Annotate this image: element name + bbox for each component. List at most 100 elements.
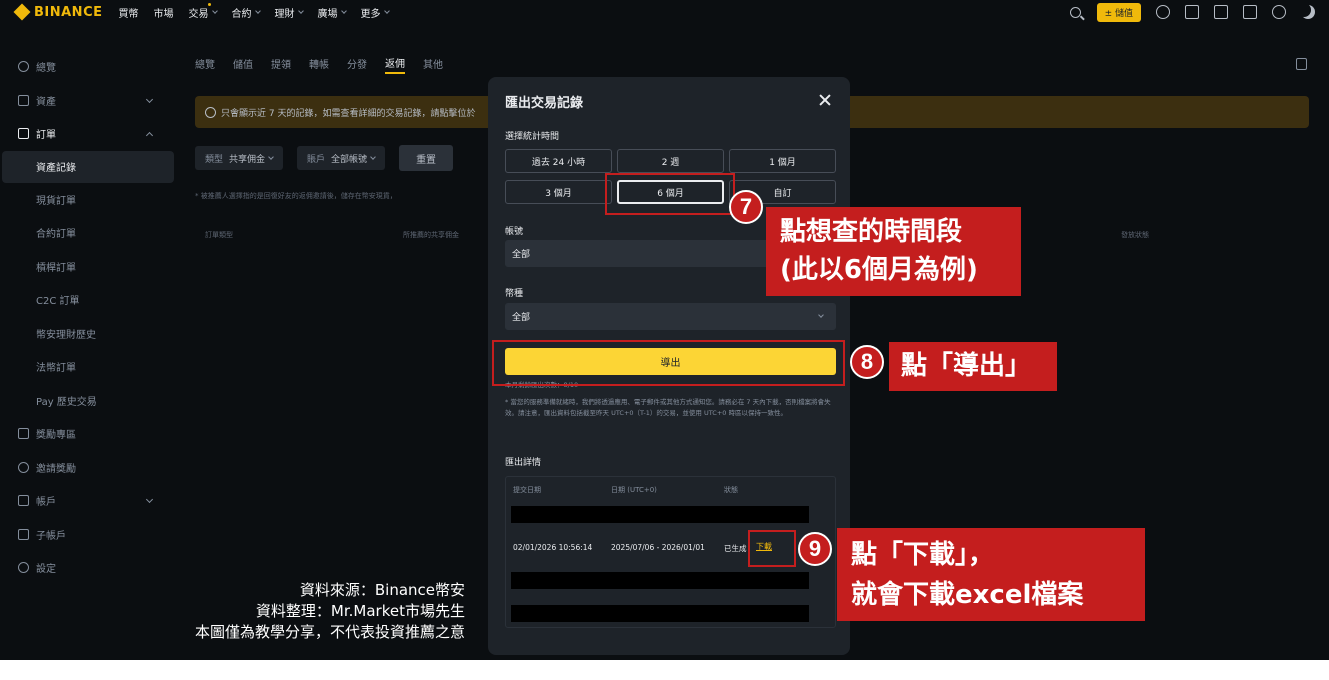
sidebar-item[interactable]: 槓桿訂單	[0, 250, 178, 284]
sidebar-item[interactable]: 幣安理財歷史	[0, 317, 178, 351]
step9-line1: 點「下載」，	[851, 540, 995, 570]
info-icon	[205, 106, 216, 118]
binance-app: BINANCE 買幣 市場 交易 合約 理財 廣場 更多 ± 儲值 總覽資產訂單資產記錄現貨…	[0, 0, 1329, 660]
step9-line2: 就會下載excel檔案	[851, 580, 1084, 610]
tab[interactable]: 總覽	[195, 56, 215, 73]
sidebar-item-icon	[18, 528, 29, 540]
sidebar-item[interactable]: 訂單	[0, 117, 178, 151]
messages-icon[interactable]	[1214, 5, 1228, 19]
sidebar-item[interactable]: 總覽	[0, 50, 178, 84]
sidebar-item-icon	[18, 128, 29, 140]
chevron-down-icon	[297, 7, 304, 14]
sidebar-item-label: Pay 歷史交易	[36, 396, 97, 408]
type-filter-label: 類型	[205, 154, 224, 165]
column-header-shared-commission: 所推薦的共享佣金	[403, 231, 459, 239]
profile-icon[interactable]	[1156, 5, 1170, 19]
sidebar-item[interactable]: 法幣訂單	[0, 350, 178, 384]
wallet-icon[interactable]	[1185, 5, 1199, 19]
history-tabs: 總覽 儲值 提領 轉帳 分發 返佣 其他	[195, 50, 1315, 78]
tab[interactable]: 返佣	[385, 55, 405, 74]
header-status: 狀態	[724, 486, 738, 494]
period-24h[interactable]: 過去 24 小時	[505, 149, 612, 173]
sidebar-item-label: 訂單	[36, 130, 56, 142]
main-content: 總覽 儲值 提領 轉帳 分發 返佣 其他 只會顯示近 7 天的記錄，如需查看詳細的交易記錄，…	[195, 50, 1315, 239]
source-credits: 資料來源：Binance幣安 資料整理：Mr.Market市場先生 本圖僅為教學…	[195, 580, 465, 643]
sidebar-item[interactable]: 現貨訂單	[0, 183, 178, 217]
nav-item[interactable]: 更多	[360, 5, 390, 20]
nav-item[interactable]: 合約	[232, 5, 261, 20]
sidebar-item-label: 資產記錄	[36, 163, 76, 174]
tab[interactable]: 儲值	[233, 56, 253, 73]
binance-logo[interactable]: BINANCE	[13, 3, 103, 21]
sidebar-item[interactable]: 帳戶	[0, 484, 178, 518]
sidebar-item-label: 現貨訂單	[36, 195, 76, 207]
sidebar-item-label: 資產	[36, 96, 56, 108]
sidebar-item-label: 法幣訂單	[36, 363, 76, 375]
sidebar-item[interactable]: 設定	[0, 551, 178, 585]
sidebar-item[interactable]: 資產記錄	[2, 150, 174, 183]
nav-item-label: 更多	[360, 8, 381, 20]
coin-select[interactable]: 全部	[505, 303, 836, 330]
chevron-down-icon	[818, 312, 824, 318]
step8-badge: 8	[850, 345, 884, 379]
language-globe-icon[interactable]	[1272, 5, 1286, 19]
notice-text: 只會顯示近 7 天的記錄，如需查看詳細的交易記錄，請點擊位於	[221, 108, 476, 119]
sidebar-item[interactable]: C2C 訂單	[0, 283, 178, 317]
sidebar-item-icon	[18, 562, 29, 574]
sidebar-item[interactable]: 子帳戶	[0, 518, 178, 552]
sidebar-item[interactable]: 資產	[0, 84, 178, 118]
referral-hint: * 被推薦人選擇指的是回復好友的返佣邀請後，儲存在幣安現貨，	[195, 192, 397, 200]
period-2w[interactable]: 2 週	[617, 149, 724, 173]
nav-item-label: 買幣	[118, 8, 139, 20]
dark-mode-moon-icon[interactable]	[1301, 5, 1315, 19]
new-badge-dot	[207, 2, 211, 6]
download-app-icon[interactable]	[1243, 5, 1257, 19]
search-icon[interactable]	[1069, 6, 1081, 18]
tab[interactable]: 提領	[271, 56, 291, 73]
sidebar-item[interactable]: 邀請獎勵	[0, 451, 178, 485]
sidebar-item[interactable]: Pay 歷史交易	[0, 384, 178, 418]
column-header-status: 發放狀態	[1121, 231, 1149, 239]
sidebar-item-label: 邀請獎勵	[36, 463, 76, 475]
sidebar-item-label: 槓桿訂單	[36, 262, 76, 274]
chevron-down-icon	[145, 495, 154, 504]
nav-item[interactable]: 廣場	[318, 5, 347, 20]
modal-title: 匯出交易記錄	[505, 96, 584, 111]
period-3m[interactable]: 3 個月	[505, 180, 612, 204]
credit-source: 資料來源：Binance幣安	[299, 581, 465, 599]
deposit-button[interactable]: ± 儲值	[1096, 2, 1141, 22]
main-nav: 買幣 市場 交易 合約 理財 廣場 更多	[119, 2, 404, 20]
account-select-value: 全部	[512, 250, 531, 260]
nav-item[interactable]: 買幣	[119, 5, 139, 20]
sidebar-item-label: 合約訂單	[36, 229, 76, 241]
type-filter[interactable]: 類型 共享佣金	[195, 146, 284, 170]
nav-item[interactable]: 理財	[275, 5, 304, 20]
sidebar: 總覽資產訂單資產記錄現貨訂單合約訂單槓桿訂單 C2C 訂單 幣安理財歷史法幣訂單 Pa…	[0, 50, 178, 585]
chevron-down-icon	[145, 95, 154, 103]
step7-callout: 點想查的時間段 (此以6個月為例)	[766, 207, 1021, 296]
nav-item[interactable]: 市場	[154, 5, 174, 20]
period-1m[interactable]: 1 個月	[729, 149, 836, 173]
chevron-down-icon	[370, 153, 376, 160]
redacted-row	[511, 572, 809, 589]
sidebar-item-icon	[18, 428, 29, 440]
nav-item[interactable]: 交易	[189, 2, 218, 20]
step7-line1: 點想查的時間段	[780, 217, 963, 247]
coin-label: 幣種	[505, 289, 524, 299]
sidebar-item[interactable]: 合約訂單	[0, 216, 178, 250]
tab[interactable]: 轉帳	[309, 56, 329, 73]
step7-badge: 7	[729, 190, 763, 224]
reset-button[interactable]: 重置	[399, 145, 454, 171]
tab[interactable]: 其他	[423, 56, 443, 73]
export-icon[interactable]	[1296, 58, 1307, 70]
type-filter-value: 共享佣金	[229, 154, 266, 165]
export-details-label: 匯出詳情	[505, 458, 542, 468]
header-submitted-date: 提交日期	[513, 486, 541, 494]
sidebar-item[interactable]: 獎勵專區	[0, 417, 178, 451]
account-filter[interactable]: 賬戶 全部帳號	[297, 146, 386, 170]
close-icon[interactable]	[818, 93, 832, 107]
account-label: 帳號	[505, 227, 524, 237]
account-filter-label: 賬戶	[307, 154, 326, 165]
sidebar-item-label: 帳戶	[36, 497, 56, 509]
tab[interactable]: 分發	[347, 56, 367, 73]
